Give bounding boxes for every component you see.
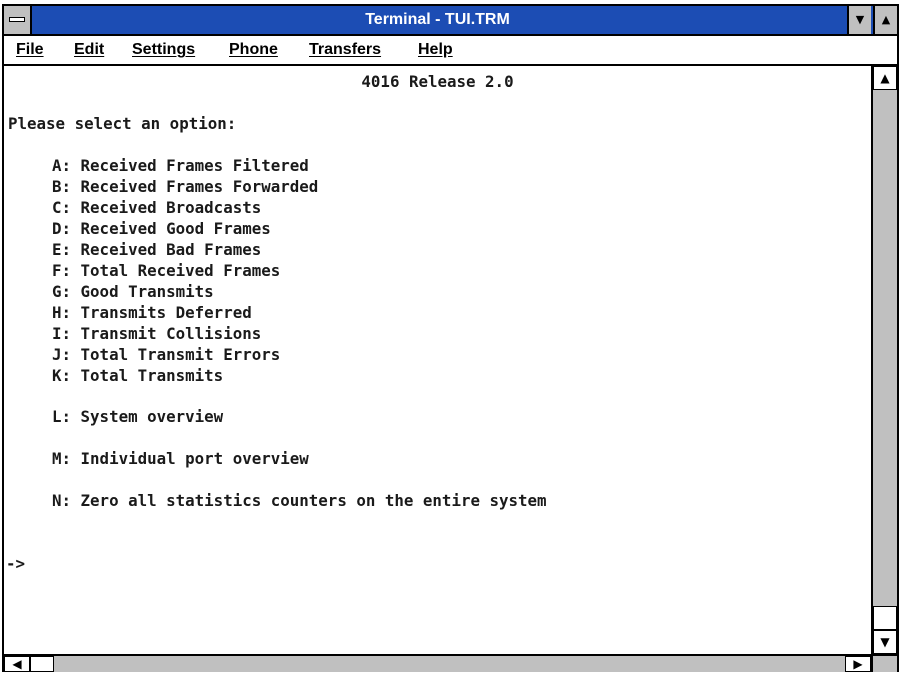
option-line: B: Received Frames Forwarded bbox=[52, 177, 319, 196]
scroll-up-button[interactable]: ▲ bbox=[873, 66, 897, 90]
option-system-overview: L: System overview bbox=[52, 407, 224, 426]
option-line: A: Received Frames Filtered bbox=[52, 156, 309, 175]
option-zero-counters: N: Zero all statistics counters on the e… bbox=[52, 491, 547, 510]
menu-help[interactable]: Help bbox=[418, 36, 453, 64]
arrow-down-icon: ▼ bbox=[880, 635, 890, 649]
menu-transfers[interactable]: Transfers bbox=[309, 36, 381, 64]
terminal-screen[interactable]: 4016 Release 2.0 Please select an option… bbox=[4, 66, 871, 654]
option-line: I: Transmit Collisions bbox=[52, 324, 262, 343]
menu-file[interactable]: File bbox=[16, 36, 44, 64]
horizontal-scrollbar[interactable]: ◀ ▶ bbox=[4, 654, 871, 672]
menu-phone[interactable]: Phone bbox=[229, 36, 278, 64]
option-line: K: Total Transmits bbox=[52, 366, 224, 385]
arrow-left-icon: ◀ bbox=[12, 657, 22, 671]
menu-bar: File Edit Settings Phone Transfers Help bbox=[4, 36, 897, 66]
menu-edit[interactable]: Edit bbox=[74, 36, 104, 64]
system-menu-button[interactable] bbox=[4, 6, 32, 34]
scrollbar-corner bbox=[871, 654, 897, 672]
prompt-heading: Please select an option: bbox=[8, 114, 237, 133]
title-bar[interactable]: Terminal - TUI.TRM ▼ ▲ bbox=[4, 6, 897, 36]
option-line: H: Transmits Deferred bbox=[52, 303, 252, 322]
option-line: F: Total Received Frames bbox=[52, 261, 281, 280]
option-line: G: Good Transmits bbox=[52, 282, 214, 301]
scroll-right-button[interactable]: ▶ bbox=[845, 656, 871, 672]
minimize-button[interactable]: ▼ bbox=[847, 6, 871, 34]
system-menu-bar-icon bbox=[9, 17, 25, 22]
window-title: Terminal - TUI.TRM bbox=[365, 11, 510, 28]
vertical-scrollbar[interactable]: ▲ ▼ bbox=[871, 66, 897, 654]
maximize-icon: ▲ bbox=[881, 13, 891, 26]
terminal-window: Terminal - TUI.TRM ▼ ▲ File Edit Setting… bbox=[2, 4, 899, 672]
maximize-button[interactable]: ▲ bbox=[873, 6, 897, 34]
option-line: D: Received Good Frames bbox=[52, 219, 271, 238]
option-line: E: Received Bad Frames bbox=[52, 240, 262, 259]
horizontal-scroll-thumb[interactable] bbox=[30, 656, 54, 672]
terminal-header: 4016 Release 2.0 bbox=[361, 72, 514, 91]
command-prompt: -> bbox=[6, 554, 26, 573]
option-line: J: Total Transmit Errors bbox=[52, 345, 281, 364]
menu-settings[interactable]: Settings bbox=[132, 36, 195, 64]
scroll-down-button[interactable]: ▼ bbox=[873, 630, 897, 654]
option-port-overview: M: Individual port overview bbox=[52, 449, 309, 468]
scroll-left-button[interactable]: ◀ bbox=[4, 656, 30, 672]
option-line: C: Received Broadcasts bbox=[52, 198, 262, 217]
vertical-scroll-thumb[interactable] bbox=[873, 606, 897, 630]
minimize-icon: ▼ bbox=[855, 13, 865, 26]
arrow-right-icon: ▶ bbox=[853, 657, 863, 671]
arrow-up-icon: ▲ bbox=[880, 71, 890, 85]
